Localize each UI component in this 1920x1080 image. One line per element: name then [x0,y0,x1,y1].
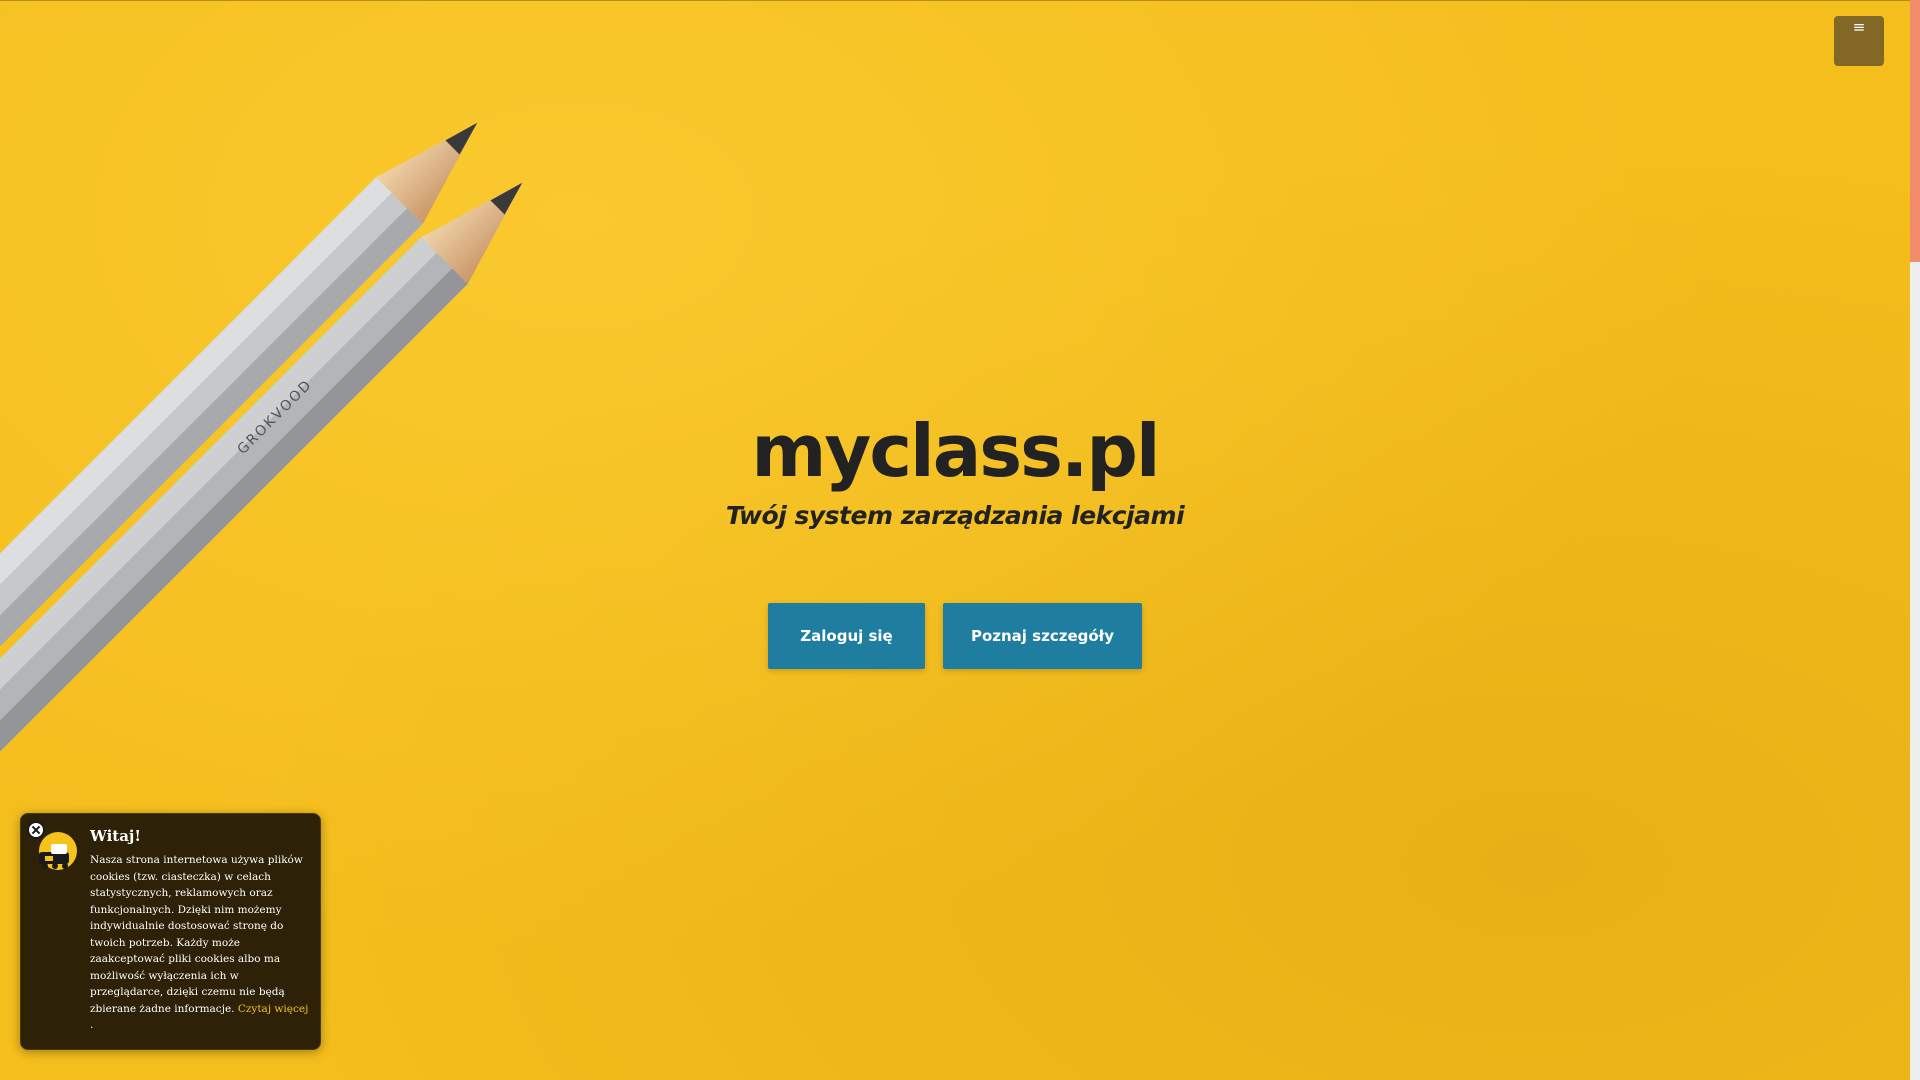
hero-section: myclass.pl Twój system zarządzania lekcj… [0,405,1910,535]
cookie-trailing-period: . [90,1019,94,1031]
landing-page: GROKVOOD ≡ myclass.pl Twój system zarząd… [0,0,1920,1080]
read-more-link[interactable]: Czytaj więcej [238,1003,308,1015]
site-tagline: Twój system zarządzania lekcjami [725,501,1185,530]
scrollbar-track[interactable] [1910,0,1920,1080]
learn-more-button[interactable]: Poznaj szczegóły [943,603,1142,669]
scrollbar-thumb[interactable] [1910,0,1920,262]
cookie-notice: Witaj! Nasza strona internetowa używa pl… [20,813,321,1050]
hamburger-icon: ≡ [1852,18,1866,36]
cookie-message: Nasza strona internetowa używa plików co… [90,852,314,1034]
login-button[interactable]: Zaloguj się [768,603,925,669]
site-title: myclass.pl [751,409,1160,493]
cookie-title: Witaj! [90,827,141,845]
close-icon[interactable] [27,821,45,839]
hero-buttons: Zaloguj się Poznaj szczegóły [0,603,1910,669]
cookie-text: Nasza strona internetowa używa plików co… [90,854,303,1015]
menu-toggle-button[interactable]: ≡ [1834,16,1884,66]
pencils-illustration: GROKVOOD [0,122,523,793]
